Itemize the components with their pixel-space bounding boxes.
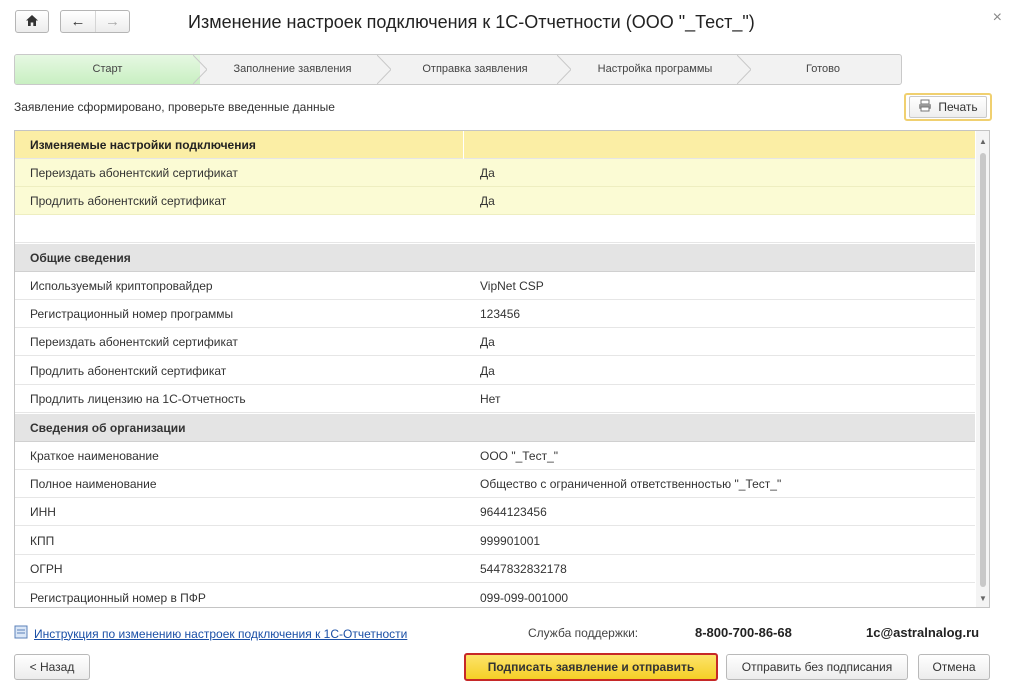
section-header-changed: Изменяемые настройки подключения: [15, 131, 975, 159]
scroll-down-icon[interactable]: ▼: [979, 594, 987, 603]
field-value: Нет: [480, 391, 501, 406]
field-name: Используемый криптопровайдер: [30, 278, 213, 293]
scroll-thumb[interactable]: [980, 153, 986, 587]
field-name: Регистрационный номер программы: [30, 306, 234, 321]
support-email: 1c@astralnalog.ru: [866, 625, 980, 640]
step-setup: Настройка программы: [565, 55, 745, 84]
step-start: Старт: [15, 55, 200, 84]
support-phone: 8-800-700-86-68: [695, 625, 792, 640]
info-message: Заявление сформировано, проверьте введен…: [14, 100, 335, 114]
arrow-right-icon[interactable]: →: [95, 11, 129, 32]
table-row[interactable]: Продлить абонентский сертификат Да: [15, 357, 975, 385]
step-label: Настройка программы: [597, 63, 713, 75]
field-name: Продлить абонентский сертификат: [30, 363, 227, 378]
step-label: Отправка заявления: [422, 63, 528, 75]
printer-icon: [918, 99, 932, 115]
home-button[interactable]: [15, 10, 49, 33]
section-header-organization: Сведения об организации: [15, 414, 975, 442]
print-button[interactable]: Печать: [904, 93, 992, 121]
section-title: Сведения об организации: [30, 420, 186, 435]
table-row[interactable]: Переиздать абонентский сертификат Да: [15, 159, 975, 187]
table-row[interactable]: КПП 999901001: [15, 527, 975, 555]
field-name: Переиздать абонентский сертификат: [30, 165, 238, 180]
field-value: Да: [480, 193, 495, 208]
close-icon[interactable]: ×: [993, 10, 1002, 26]
arrow-left-icon[interactable]: ←: [61, 11, 95, 32]
field-value: Да: [480, 334, 495, 349]
table-row[interactable]: Продлить лицензию на 1С-Отчетность Нет: [15, 385, 975, 413]
step-label: Заполнение заявления: [233, 63, 352, 75]
field-value: VipNet CSP: [480, 278, 544, 293]
field-value: 123456: [480, 306, 521, 321]
field-name: КПП: [30, 533, 55, 548]
cancel-button[interactable]: Отмена: [918, 654, 990, 680]
table-row[interactable]: Регистрационный номер программы 123456: [15, 300, 975, 328]
field-name: Продлить лицензию на 1С-Отчетность: [30, 391, 246, 406]
step-label: Готово: [806, 63, 840, 75]
field-value: Да: [480, 363, 495, 378]
field-value: Да: [480, 165, 495, 180]
section-header-general: Общие сведения: [15, 244, 975, 272]
column-divider: [463, 131, 464, 159]
step-separator: [377, 55, 391, 84]
send-unsigned-button[interactable]: Отправить без подписания: [726, 654, 908, 680]
instruction-link-block[interactable]: Инструкция по изменению настроек подключ…: [14, 625, 407, 642]
field-name: Регистрационный номер в ПФР: [30, 590, 206, 605]
field-name: Продлить абонентский сертификат: [30, 193, 227, 208]
field-name: ОГРН: [30, 561, 63, 576]
step-separator: [737, 55, 751, 84]
home-icon: [25, 14, 39, 30]
field-value: ООО "_Тест_": [480, 448, 559, 463]
print-label: Печать: [938, 100, 978, 114]
back-button[interactable]: < Назад: [14, 654, 90, 680]
field-value: 5447832832178: [480, 561, 567, 576]
field-value: Общество с ограниченной ответственностью…: [480, 476, 782, 491]
print-button-face[interactable]: Печать: [909, 96, 987, 118]
step-done: Готово: [745, 55, 901, 84]
table-row-empty: [15, 215, 975, 243]
table-row[interactable]: Регистрационный номер в ПФР 099-099-0010…: [15, 584, 975, 607]
step-label: Старт: [92, 63, 123, 75]
field-name: Полное наименование: [30, 476, 157, 491]
field-value: 9644123456: [480, 504, 547, 519]
field-name: ИНН: [30, 504, 56, 519]
table-row[interactable]: Продлить абонентский сертификат Да: [15, 187, 975, 215]
table-row[interactable]: ИНН 9644123456: [15, 498, 975, 526]
wizard-steps: Старт Заполнение заявления Отправка заяв…: [14, 54, 902, 85]
field-value: 999901001: [480, 533, 541, 548]
field-value: 099-099-001000: [480, 590, 569, 605]
step-separator: [557, 55, 571, 84]
support-label: Служба поддержки:: [528, 626, 639, 640]
table-row[interactable]: Полное наименование Общество с ограничен…: [15, 470, 975, 498]
document-link-icon: [14, 625, 28, 642]
history-nav: ← →: [60, 10, 130, 33]
application-data-table: Изменяемые настройки подключения Переизд…: [14, 130, 990, 608]
step-separator: [193, 55, 207, 84]
window-title: Изменение настроек подключения к 1С-Отче…: [188, 12, 755, 32]
step-send: Отправка заявления: [385, 55, 565, 84]
table-row[interactable]: ОГРН 5447832832178: [15, 555, 975, 583]
table-row[interactable]: Используемый криптопровайдер VipNet CSP: [15, 272, 975, 300]
table-row[interactable]: Краткое наименование ООО "_Тест_": [15, 442, 975, 470]
table-scrollbar[interactable]: ▲ ▼: [976, 131, 989, 607]
field-name: Переиздать абонентский сертификат: [30, 334, 238, 349]
section-title: Общие сведения: [30, 250, 131, 265]
step-fill: Заполнение заявления: [200, 55, 385, 84]
field-name: Краткое наименование: [30, 448, 159, 463]
title-bar: ← → Изменение настроек подключения к 1С-…: [0, 0, 1024, 44]
instruction-link[interactable]: Инструкция по изменению настроек подключ…: [34, 627, 407, 641]
scroll-up-icon[interactable]: ▲: [979, 137, 987, 146]
sign-and-send-button[interactable]: Подписать заявление и отправить: [464, 653, 718, 681]
table-row[interactable]: Переиздать абонентский сертификат Да: [15, 328, 975, 356]
section-title: Изменяемые настройки подключения: [30, 137, 256, 152]
